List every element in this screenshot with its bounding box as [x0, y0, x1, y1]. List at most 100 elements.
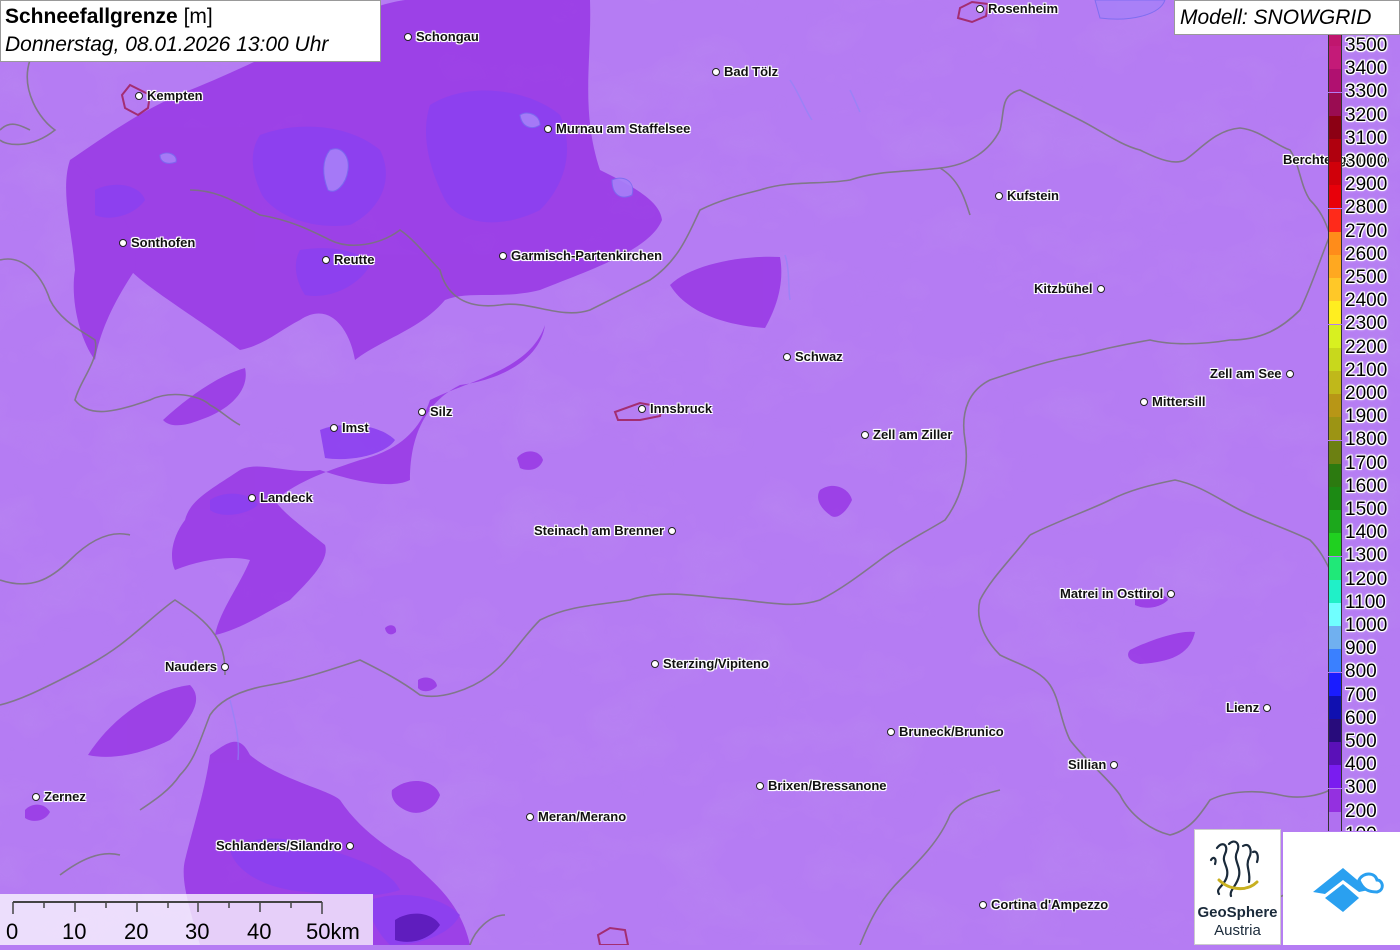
legend-label-2400: 2400	[1345, 290, 1388, 312]
legend-swatch-3200	[1328, 92, 1342, 116]
legend-label-3100: 3100	[1345, 127, 1388, 149]
legend-swatch-1400	[1328, 510, 1342, 534]
city-label: Imst	[342, 420, 369, 435]
city-label: Reutte	[334, 252, 375, 267]
scale-label-50km: 50km	[306, 919, 360, 944]
city-dot[interactable]	[995, 192, 1003, 200]
geosphere-emblem-icon	[1209, 840, 1259, 898]
city-label: Schongau	[416, 29, 479, 44]
legend-swatch-2800	[1328, 185, 1342, 209]
legend-swatch-2600	[1328, 231, 1342, 255]
city-label: Murnau am Staffelsee	[556, 121, 691, 136]
city-dot[interactable]	[638, 405, 646, 413]
city-dot[interactable]	[499, 252, 507, 260]
legend-label-3500: 3500	[1345, 35, 1388, 56]
legend-label-1200: 1200	[1345, 568, 1388, 590]
city-dot[interactable]	[221, 663, 229, 671]
city-label: Zernez	[44, 789, 86, 804]
city-dot[interactable]	[330, 424, 338, 432]
legend-label-2000: 2000	[1345, 383, 1388, 404]
city-dot[interactable]	[1263, 704, 1271, 712]
legend-label-2500: 2500	[1345, 267, 1388, 288]
legend-label-3000: 3000	[1345, 151, 1388, 172]
city-dot[interactable]	[783, 353, 791, 361]
legend-label-1700: 1700	[1345, 452, 1388, 474]
legend-label-1600: 1600	[1345, 475, 1388, 497]
city-dot[interactable]	[712, 68, 720, 76]
legend-label-200: 200	[1345, 800, 1377, 822]
city-label: Schlanders/Silandro	[216, 838, 342, 853]
city-dot[interactable]	[32, 793, 40, 801]
city-dot[interactable]	[976, 5, 984, 13]
title-unit: [m]	[183, 5, 213, 28]
legend-label-1500: 1500	[1345, 499, 1388, 520]
legend-swatch-600	[1328, 695, 1342, 719]
legend-swatch-800	[1328, 649, 1342, 673]
legend-label-600: 600	[1345, 707, 1377, 729]
legend-label-700: 700	[1345, 684, 1377, 706]
city-label: Zell am See	[1210, 366, 1282, 381]
legend-swatch-1900	[1328, 394, 1342, 418]
legend-swatch-400	[1328, 742, 1342, 766]
city-dot[interactable]	[119, 239, 127, 247]
snowgrid-logo[interactable]	[1283, 832, 1400, 945]
city-dot[interactable]	[248, 494, 256, 502]
city-dot[interactable]	[135, 92, 143, 100]
legend-label-2900: 2900	[1345, 174, 1388, 196]
geosphere-logo[interactable]: GeoSphere Austria	[1194, 829, 1281, 945]
city-dot[interactable]	[1140, 398, 1148, 406]
scale-label-30: 30	[185, 919, 210, 944]
city-dot[interactable]	[861, 431, 869, 439]
legend-label-1100: 1100	[1345, 591, 1386, 613]
city-dot[interactable]	[887, 728, 895, 736]
legend-swatch-3000	[1328, 139, 1342, 162]
map-title-box: Schneefallgrenze [m] Donnerstag, 08.01.2…	[0, 0, 381, 62]
city-dot[interactable]	[979, 901, 987, 909]
legend-swatch-1200	[1328, 556, 1342, 580]
legend-label-1800: 1800	[1345, 429, 1388, 451]
city-dot[interactable]	[1110, 761, 1118, 769]
legend-swatch-700	[1328, 672, 1342, 696]
geosphere-country: Austria	[1214, 922, 1261, 939]
city-label: Zell am Ziller	[873, 427, 953, 442]
legend-label-1900: 1900	[1345, 406, 1388, 428]
city-label: Nauders	[165, 659, 218, 674]
city-label: Rosenheim	[988, 1, 1059, 16]
city-dot[interactable]	[1286, 370, 1294, 378]
legend-swatch-500	[1328, 719, 1342, 742]
city-dot[interactable]	[756, 782, 764, 790]
city-label: Cortina d'Ampezzo	[991, 897, 1109, 912]
city-dot[interactable]	[651, 660, 659, 668]
legend-label-100: 100	[1343, 823, 1400, 831]
legend-label-500: 500	[1345, 731, 1377, 752]
legend-swatch-900	[1328, 626, 1342, 650]
scale-label-10: 10	[62, 919, 87, 944]
legend-swatch-2000	[1328, 371, 1342, 394]
city-dot[interactable]	[1097, 285, 1105, 293]
legend-swatch-2700	[1328, 208, 1342, 232]
city-label: Kufstein	[1007, 188, 1059, 203]
city-label: Schwaz	[795, 349, 843, 364]
legend-swatch-200	[1328, 788, 1342, 812]
city-dot[interactable]	[346, 842, 354, 850]
legend-label-3400: 3400	[1345, 58, 1388, 80]
snowgrid-emblem-icon	[1313, 868, 1384, 912]
legend-label-3200: 3200	[1345, 104, 1388, 126]
city-label: Bruneck/Brunico	[899, 724, 1004, 739]
city-dot[interactable]	[668, 527, 676, 535]
city-dot[interactable]	[322, 256, 330, 264]
snowline-map[interactable]	[0, 0, 1400, 945]
legend-swatch-1100	[1328, 579, 1342, 603]
city-dot[interactable]	[404, 33, 412, 41]
legend-swatch-1000	[1328, 603, 1342, 626]
city-dot[interactable]	[544, 125, 552, 133]
city-dot[interactable]	[1167, 590, 1175, 598]
city-dot[interactable]	[418, 408, 426, 416]
legend-label-800: 800	[1345, 661, 1377, 683]
legend-label-900: 900	[1345, 638, 1377, 660]
model-label: Modell: SNOWGRID	[1174, 0, 1400, 35]
city-label: Kempten	[147, 88, 203, 103]
legend-swatch-1500	[1328, 487, 1342, 510]
legend-swatch-3300	[1328, 69, 1342, 93]
city-dot[interactable]	[526, 813, 534, 821]
